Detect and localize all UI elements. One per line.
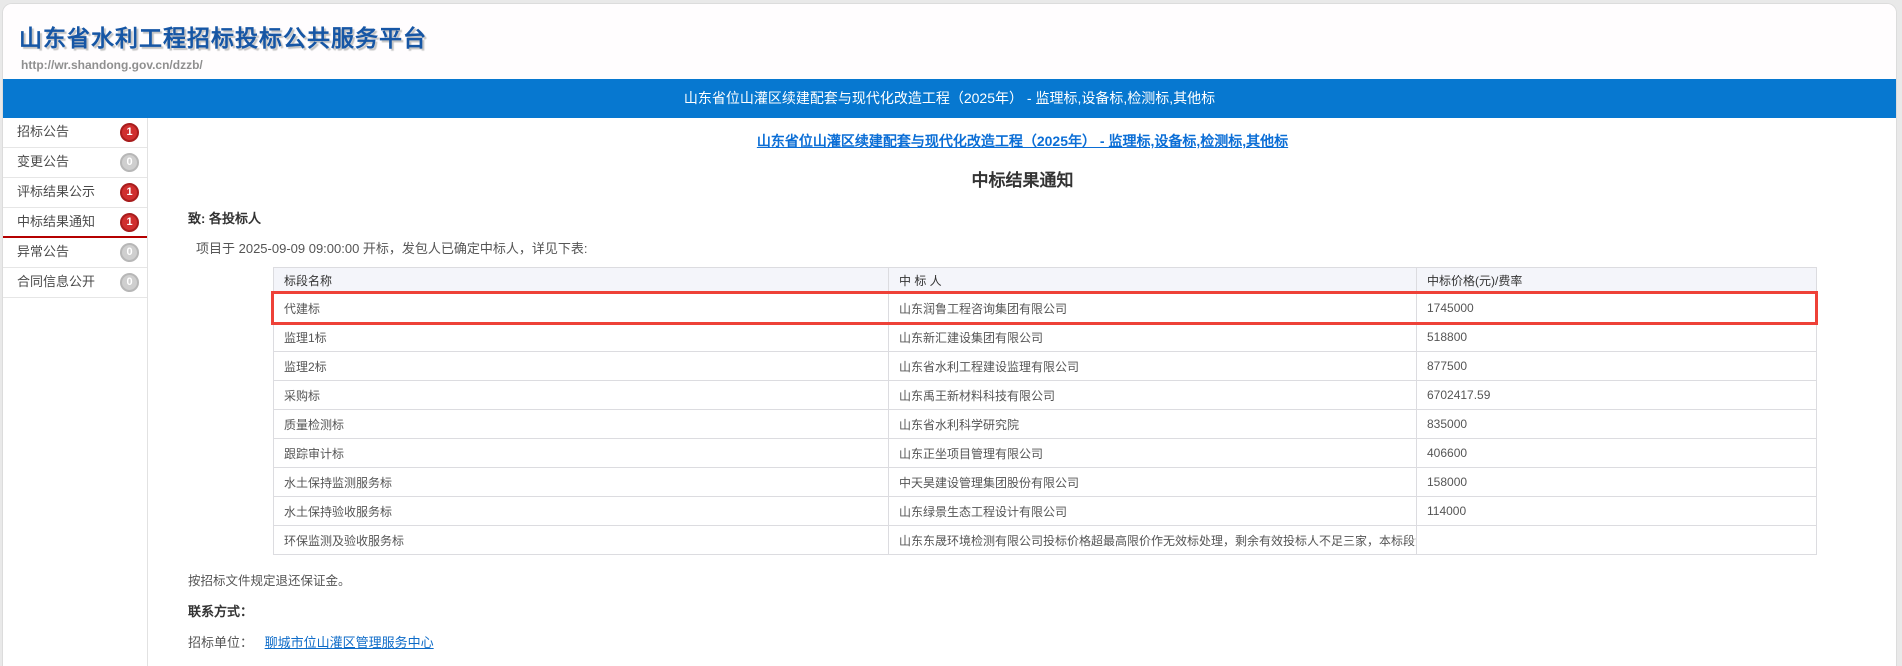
sidebar-item-change-announcement[interactable]: 变更公告 0 — [3, 148, 147, 178]
col-header-section: 标段名称 — [274, 268, 889, 294]
count-badge: 1 — [120, 123, 139, 142]
project-link-row: 山东省位山灌区续建配套与现代化改造工程（2025年） - 监理标,设备标,检测标… — [149, 131, 1896, 151]
sidebar-nav: 招标公告 1 变更公告 0 评标结果公示 1 中标结果通知 1 异常公告 0 合… — [3, 118, 148, 666]
winner-cell: 山东东晟环境检测有限公司投标价格超最高限价作无效标处理，剩余有效投标人不足三家，… — [889, 526, 1417, 555]
salutation-text: 致: 各投标人 — [188, 208, 1896, 227]
award-table-wrap: 标段名称 中 标 人 中标价格(元)/费率 代建标 山东润鲁工程咨询集团有限公司… — [273, 267, 1816, 555]
col-header-winner: 中 标 人 — [889, 268, 1417, 294]
count-badge: 0 — [120, 273, 139, 292]
project-banner-title: 山东省位山灌区续建配套与现代化改造工程（2025年） - 监理标,设备标,检测标… — [3, 79, 1896, 118]
site-header: 山东省水利工程招标投标公共服务平台 http://wr.shandong.gov… — [3, 4, 1896, 79]
project-banner: 山东省位山灌区续建配套与现代化改造工程（2025年） - 监理标,设备标,检测标… — [3, 79, 1896, 118]
table-row: 监理1标 山东新汇建设集团有限公司 518800 — [274, 323, 1817, 352]
count-badge: 1 — [120, 213, 139, 232]
page: 山东省水利工程招标投标公共服务平台 http://wr.shandong.gov… — [0, 0, 1902, 666]
tenderer-label: 招标单位： — [188, 635, 253, 650]
price-cell: 835000 — [1417, 410, 1817, 439]
price-cell: 406600 — [1417, 439, 1817, 468]
price-cell: 1745000 — [1417, 294, 1817, 323]
table-row: 水土保持验收服务标 山东绿景生态工程设计有限公司 114000 — [274, 497, 1817, 526]
count-badge: 1 — [120, 183, 139, 202]
table-row: 水土保持监测服务标 中天昊建设管理集团股份有限公司 158000 — [274, 468, 1817, 497]
notice-content: 山东省位山灌区续建配套与现代化改造工程（2025年） - 监理标,设备标,检测标… — [149, 118, 1896, 666]
table-row: 采购标 山东禹王新材料科技有限公司 6702417.59 — [274, 381, 1817, 410]
sidebar-item-label: 变更公告 — [17, 154, 69, 169]
table-row: 跟踪审计标 山东正坐项目管理有限公司 406600 — [274, 439, 1817, 468]
winner-cell: 山东新汇建设集团有限公司 — [889, 323, 1417, 352]
site-title: 山东省水利工程招标投标公共服务平台 — [19, 19, 1896, 53]
section-cell: 质量检测标 — [274, 410, 889, 439]
price-cell: 6702417.59 — [1417, 381, 1817, 410]
section-cell: 跟踪审计标 — [274, 439, 889, 468]
price-cell: 877500 — [1417, 352, 1817, 381]
sidebar-item-tender-announcement[interactable]: 招标公告 1 — [3, 118, 147, 148]
project-title-link[interactable]: 山东省位山灌区续建配套与现代化改造工程（2025年） - 监理标,设备标,检测标… — [757, 133, 1288, 149]
section-cell: 监理1标 — [274, 323, 889, 352]
section-cell: 采购标 — [274, 381, 889, 410]
section-cell: 环保监测及验收服务标 — [274, 526, 889, 555]
count-badge: 0 — [120, 243, 139, 262]
sidebar-item-label: 异常公告 — [17, 244, 69, 259]
winner-cell: 中天昊建设管理集团股份有限公司 — [889, 468, 1417, 497]
winner-cell: 山东省水利工程建设监理有限公司 — [889, 352, 1417, 381]
tenderer-link[interactable]: 聊城市位山灌区管理服务中心 — [265, 635, 434, 650]
price-cell: 158000 — [1417, 468, 1817, 497]
table-header-row: 标段名称 中 标 人 中标价格(元)/费率 — [274, 268, 1817, 294]
count-badge: 0 — [120, 153, 139, 172]
section-cell: 水土保持监测服务标 — [274, 468, 889, 497]
sidebar-item-label: 合同信息公开 — [17, 274, 95, 289]
table-row: 环保监测及验收服务标 山东东晟环境检测有限公司投标价格超最高限价作无效标处理，剩… — [274, 526, 1817, 555]
sidebar-item-contract-info[interactable]: 合同信息公开 0 — [3, 268, 147, 298]
winner-cell: 山东润鲁工程咨询集团有限公司 — [889, 294, 1417, 323]
table-row: 监理2标 山东省水利工程建设监理有限公司 877500 — [274, 352, 1817, 381]
price-cell: 518800 — [1417, 323, 1817, 352]
winner-cell: 山东禹王新材料科技有限公司 — [889, 381, 1417, 410]
notice-title: 中标结果通知 — [149, 166, 1896, 191]
contact-heading: 联系方式： — [188, 601, 1896, 620]
sidebar-item-award-result[interactable]: 中标结果通知 1 — [3, 208, 147, 238]
main-card: 山东省水利工程招标投标公共服务平台 http://wr.shandong.gov… — [2, 3, 1897, 666]
winner-cell: 山东正坐项目管理有限公司 — [889, 439, 1417, 468]
award-result-table: 标段名称 中 标 人 中标价格(元)/费率 代建标 山东润鲁工程咨询集团有限公司… — [273, 267, 1817, 555]
price-cell: 114000 — [1417, 497, 1817, 526]
tenderer-line: 招标单位： 聊城市位山灌区管理服务中心 — [188, 632, 1896, 651]
table-row: 代建标 山东润鲁工程咨询集团有限公司 1745000 — [274, 294, 1817, 323]
winner-cell: 山东省水利科学研究院 — [889, 410, 1417, 439]
col-header-price: 中标价格(元)/费率 — [1417, 268, 1817, 294]
intro-text: 项目于 2025-09-09 09:00:00 开标，发包人已确定中标人，详见下… — [196, 238, 1896, 257]
sidebar-item-label: 中标结果通知 — [17, 214, 95, 229]
winner-cell: 山东绿景生态工程设计有限公司 — [889, 497, 1417, 526]
sidebar-item-label: 招标公告 — [17, 124, 69, 139]
site-url: http://wr.shandong.gov.cn/dzzb/ — [21, 58, 1896, 72]
table-row: 质量检测标 山东省水利科学研究院 835000 — [274, 410, 1817, 439]
sidebar-item-abnormal-announcement[interactable]: 异常公告 0 — [3, 238, 147, 268]
sidebar-item-evaluation-result[interactable]: 评标结果公示 1 — [3, 178, 147, 208]
sidebar-item-label: 评标结果公示 — [17, 184, 95, 199]
section-cell: 监理2标 — [274, 352, 889, 381]
deposit-note: 按招标文件规定退还保证金。 — [188, 570, 1896, 589]
section-cell: 代建标 — [274, 294, 889, 323]
section-cell: 水土保持验收服务标 — [274, 497, 889, 526]
price-cell — [1417, 526, 1817, 555]
